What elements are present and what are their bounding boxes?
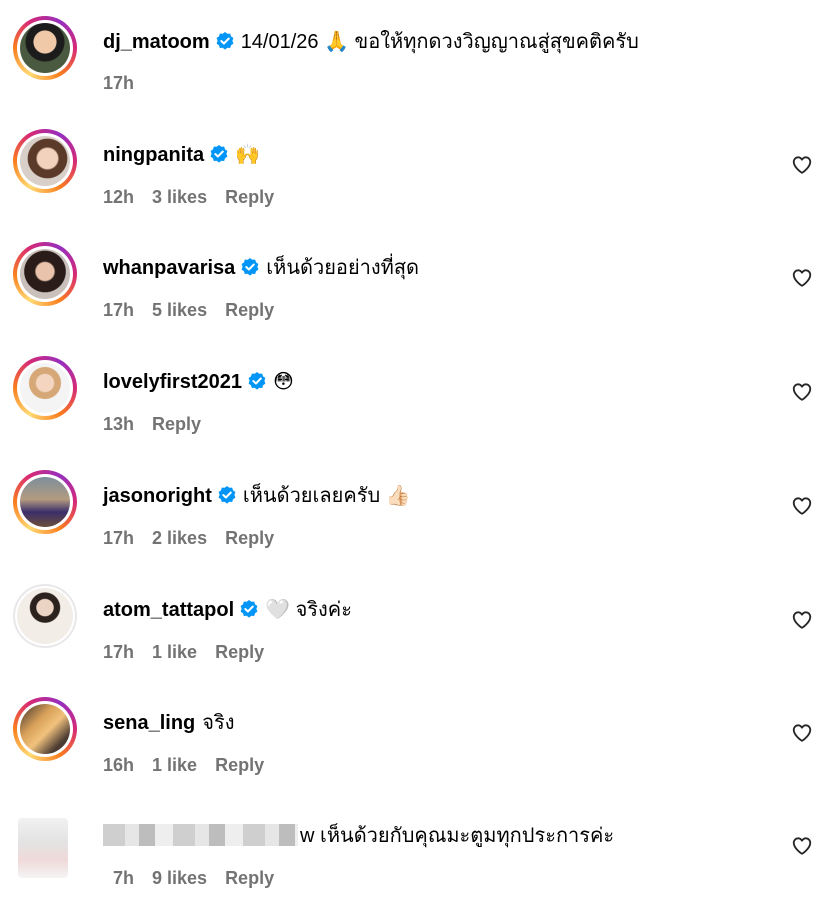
heart-outline-icon[interactable]: [791, 835, 813, 857]
avatar[interactable]: [13, 16, 77, 80]
avatar[interactable]: [18, 818, 68, 878]
heart-outline-icon[interactable]: [791, 722, 813, 744]
avatar[interactable]: [13, 356, 77, 420]
comment-time: 7h: [113, 868, 135, 888]
verified-badge-icon: [216, 32, 234, 50]
avatar[interactable]: [13, 470, 77, 534]
comment-time: 16h: [103, 755, 135, 775]
comment-time: 17h: [103, 642, 135, 662]
comment-time: 17h: [103, 528, 135, 548]
comment-text: เห็นด้วยอย่างที่สุด: [266, 257, 420, 279]
avatar[interactable]: [13, 129, 77, 193]
likes-count[interactable]: 5 likes: [152, 300, 207, 320]
likes-count[interactable]: 2 likes: [152, 528, 207, 548]
comment-item: atom_tattapol 🤍 จริงค่ะ 17h 1 like Reply: [0, 584, 820, 684]
likes-count[interactable]: 9 likes: [152, 868, 207, 888]
blurred-username[interactable]: [103, 824, 298, 846]
comment-text: 😳: [272, 371, 294, 393]
username[interactable]: ningpanita: [103, 144, 204, 166]
avatar[interactable]: [13, 584, 77, 648]
reply-button[interactable]: Reply: [215, 642, 264, 662]
heart-outline-icon[interactable]: [791, 267, 813, 289]
comment-item: sena_ling จริง 16h 1 like Reply: [0, 697, 820, 797]
reply-button[interactable]: Reply: [225, 528, 274, 548]
reply-button[interactable]: Reply: [152, 414, 201, 434]
comment-time: 17h: [103, 73, 135, 93]
verified-badge-icon: [248, 372, 266, 390]
username[interactable]: atom_tattapol: [103, 599, 234, 621]
verified-badge-icon: [240, 600, 258, 618]
reply-button[interactable]: Reply: [215, 755, 264, 775]
reply-button[interactable]: Reply: [225, 868, 274, 888]
comment-text: เห็นด้วยเลยครับ 👍🏻: [242, 485, 411, 507]
comment-time: 13h: [103, 414, 135, 434]
heart-outline-icon[interactable]: [791, 609, 813, 631]
username[interactable]: sena_ling: [103, 712, 195, 734]
heart-outline-icon[interactable]: [791, 495, 813, 517]
verified-badge-icon: [218, 486, 236, 504]
comment-item: jasonoright เห็นด้วยเลยครับ 👍🏻 17h 2 likes…: [0, 470, 820, 570]
avatar[interactable]: [13, 242, 77, 306]
comment-text: w เห็นด้วยกับคุณมะตูมทุกประการค่ะ: [300, 825, 615, 847]
username[interactable]: whanpavarisa: [103, 257, 235, 279]
comment-text: 🤍 จริงค่ะ: [265, 599, 352, 621]
comment-time: 17h: [103, 300, 135, 320]
heart-outline-icon[interactable]: [791, 381, 813, 403]
username[interactable]: dj_matoom: [103, 31, 210, 53]
comment-item: lovelyfirst2021 😳 13h Reply: [0, 356, 820, 456]
comment-item: whanpavarisa เห็นด้วยอย่างที่สุด 17h 5 lik…: [0, 242, 820, 342]
comment-text: 🙌: [235, 144, 261, 166]
comment-item: ningpanita 🙌 12h 3 likes Reply: [0, 129, 820, 229]
comment-item: dj_matoom 14/01/26 🙏 ขอให้ทุกดวงวิญญาณสู่…: [0, 16, 820, 116]
heart-outline-icon[interactable]: [791, 154, 813, 176]
comment-text: จริง: [202, 712, 235, 734]
reply-button[interactable]: Reply: [225, 187, 274, 207]
likes-count[interactable]: 3 likes: [152, 187, 207, 207]
comment-item: w เห็นด้วยกับคุณมะตูมทุกประการค่ะ 7h 9 li…: [0, 810, 820, 910]
verified-badge-icon: [210, 145, 228, 163]
avatar[interactable]: [13, 697, 77, 761]
comment-text: 14/01/26 🙏 ขอให้ทุกดวงวิญญาณสู่สุขคติครั…: [240, 31, 639, 53]
likes-count[interactable]: 1 like: [152, 755, 197, 775]
reply-button[interactable]: Reply: [225, 300, 274, 320]
username[interactable]: jasonoright: [103, 485, 212, 507]
comment-time: 12h: [103, 187, 135, 207]
verified-badge-icon: [241, 258, 259, 276]
username[interactable]: lovelyfirst2021: [103, 371, 242, 393]
likes-count[interactable]: 1 like: [152, 642, 197, 662]
